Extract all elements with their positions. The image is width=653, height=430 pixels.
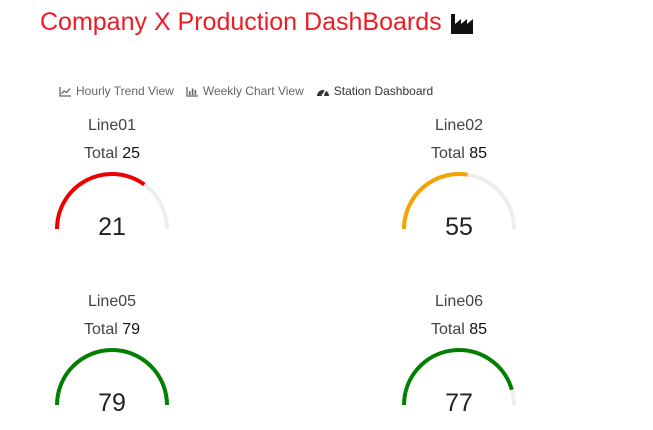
gauge-total-label: Total xyxy=(83,145,118,162)
line-chart-icon xyxy=(59,86,71,97)
gauge-line-name: Line02 xyxy=(434,117,484,134)
view-tabs: Hourly Trend View Weekly Chart View Stat… xyxy=(59,84,445,98)
gauge-value: 77 xyxy=(445,389,473,417)
gauge-value: 21 xyxy=(98,213,126,241)
gauge-total: Total 79 xyxy=(42,321,182,339)
gauge-total-value: 79 xyxy=(122,321,141,338)
dashboard-page: Company X Production DashBoards Hourly T… xyxy=(0,0,653,430)
gauge-line05: Line05 Total 79 79 xyxy=(42,293,182,430)
gauge-value: 79 xyxy=(98,389,126,417)
gauge-total: Total 85 xyxy=(389,145,529,163)
gauge-total: Total 25 xyxy=(42,145,182,163)
gauge-total-value: 85 xyxy=(469,145,488,162)
gauge-line-name: Line06 xyxy=(434,293,484,310)
tab-label: Station Dashboard xyxy=(333,84,434,98)
gauge-line-name: Line01 xyxy=(87,117,137,134)
dashboard-icon xyxy=(316,89,329,97)
gauge-line06: Line06 Total 85 77 xyxy=(389,293,529,430)
gauge-total-value: 85 xyxy=(469,321,488,338)
bar-chart-icon xyxy=(186,86,198,97)
page-title-text: Company X Production DashBoards xyxy=(40,8,442,36)
gauge-total-value: 25 xyxy=(122,145,141,162)
page-title: Company X Production DashBoards xyxy=(40,8,476,37)
gauge-total-label: Total xyxy=(430,145,465,162)
tab-weekly-chart-view[interactable]: Weekly Chart View xyxy=(186,84,304,98)
tab-label: Weekly Chart View xyxy=(202,84,304,98)
factory-icon xyxy=(450,11,476,35)
gauge-line01: Line01 Total 25 21 xyxy=(42,117,182,257)
gauge-line-name: Line05 xyxy=(87,293,137,310)
gauge-total-label: Total xyxy=(430,321,465,338)
gauge-value: 55 xyxy=(445,213,473,241)
gauge-total: Total 85 xyxy=(389,321,529,339)
tab-label: Hourly Trend View xyxy=(76,84,174,98)
tab-hourly-trend-view[interactable]: Hourly Trend View xyxy=(59,84,174,98)
gauge-line02: Line02 Total 85 55 xyxy=(389,117,529,257)
gauge-total-label: Total xyxy=(83,321,118,338)
tab-station-dashboard[interactable]: Station Dashboard xyxy=(316,84,433,98)
